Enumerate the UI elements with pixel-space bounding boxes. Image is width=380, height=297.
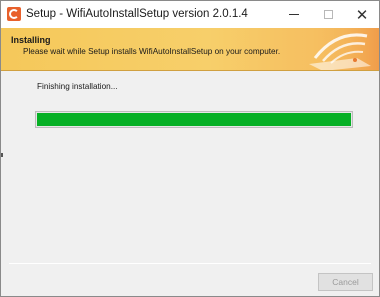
header-banner: Installing Please wait while Setup insta… [1, 28, 379, 71]
page-subtitle: Please wait while Setup installs WifiAut… [23, 47, 281, 56]
status-text: Finishing installation... [37, 82, 118, 91]
app-icon [7, 7, 21, 21]
window-title: Setup - WifiAutoInstallSetup version 2.0… [26, 8, 248, 20]
progress-bar [35, 111, 353, 128]
close-button[interactable]: ✕ [345, 1, 379, 28]
title-bar[interactable]: Setup - WifiAutoInstallSetup version 2.0… [1, 1, 379, 28]
wifi-router-icon [297, 28, 379, 70]
cancel-button[interactable]: Cancel [318, 273, 373, 291]
close-icon: ✕ [355, 6, 369, 24]
minimize-button[interactable] [277, 1, 311, 28]
maximize-icon [323, 10, 333, 19]
minimize-icon [289, 14, 299, 15]
content-area: Finishing installation... [1, 72, 379, 264]
setup-window: Setup - WifiAutoInstallSetup version 2.0… [0, 0, 380, 297]
window-edge-mark [1, 153, 3, 157]
page-title: Installing [11, 35, 51, 45]
maximize-button[interactable] [311, 1, 345, 28]
footer-divider [9, 263, 371, 264]
progress-fill [37, 113, 351, 126]
